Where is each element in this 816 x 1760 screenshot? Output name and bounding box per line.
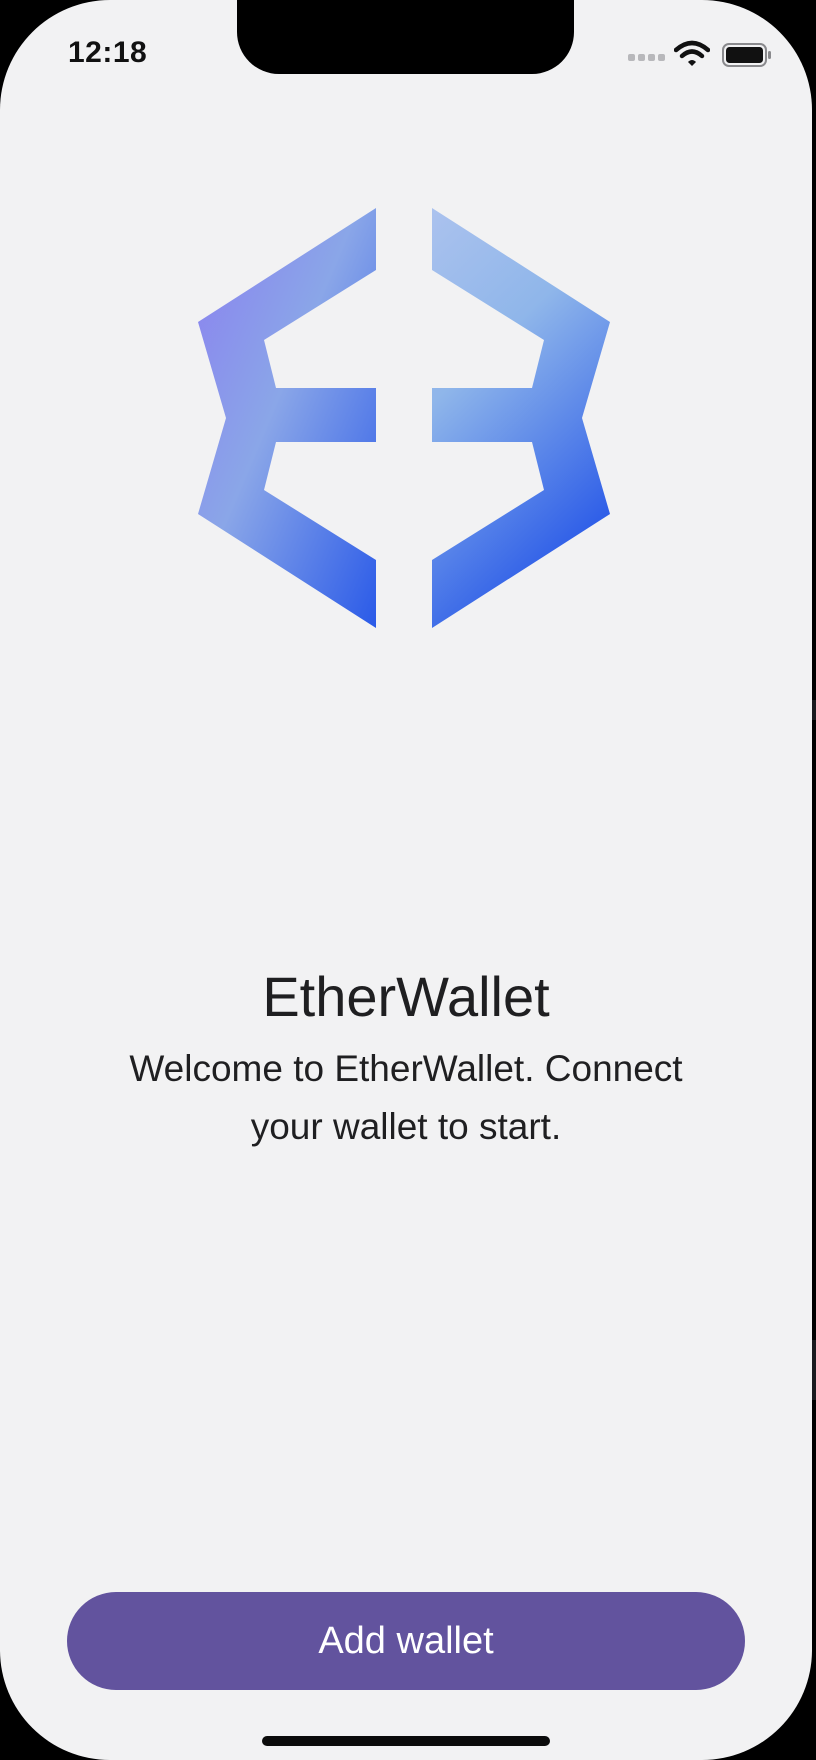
status-icons	[628, 40, 778, 72]
device-notch	[237, 0, 574, 74]
app-title: EtherWallet	[262, 965, 550, 1028]
battery-icon	[722, 43, 771, 67]
home-indicator[interactable]	[262, 1736, 550, 1746]
add-wallet-button[interactable]: Add wallet	[67, 1592, 745, 1690]
status-time: 12:18	[68, 36, 148, 69]
side-button-mark	[812, 1340, 816, 1400]
exodus-logo-icon	[198, 208, 610, 628]
side-button-mark	[812, 700, 816, 720]
app-screen: 12:18 EtherWallet Welcome to EtherWallet…	[0, 0, 812, 1760]
wifi-icon	[674, 40, 710, 66]
welcome-message: Welcome to EtherWallet. Connect your wal…	[129, 1048, 683, 1147]
cellular-signal-icon	[628, 52, 668, 62]
